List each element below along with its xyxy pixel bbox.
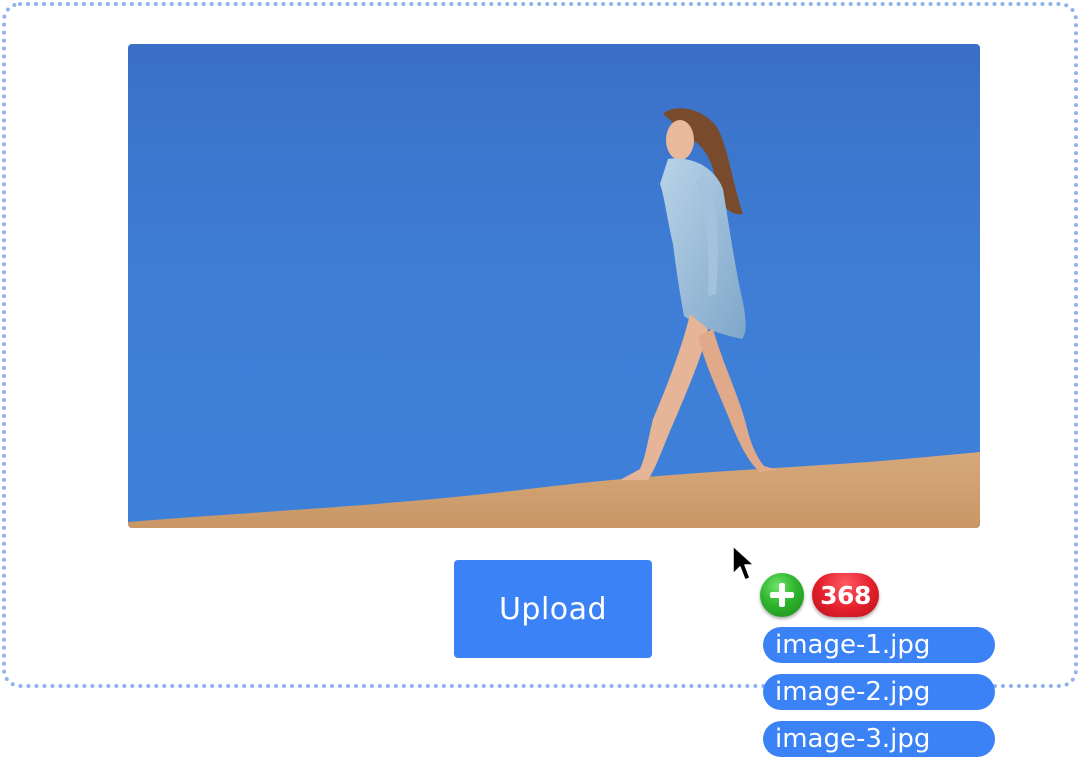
file-item: image-1.jpg	[763, 627, 995, 663]
image-preview	[128, 44, 980, 528]
preview-photo	[128, 108, 980, 528]
plus-circle-icon	[760, 573, 804, 617]
upload-page: Upload 368 image-1.jpg image-2.jpg image…	[0, 0, 1084, 758]
file-item: image-2.jpg	[763, 674, 995, 710]
file-item: image-3.jpg	[763, 721, 995, 757]
dragged-file-list: image-1.jpg image-2.jpg image-3.jpg	[763, 627, 995, 758]
file-count-badge: 368	[812, 573, 879, 617]
upload-button[interactable]: Upload	[454, 560, 652, 658]
mouse-pointer-icon	[732, 545, 755, 581]
